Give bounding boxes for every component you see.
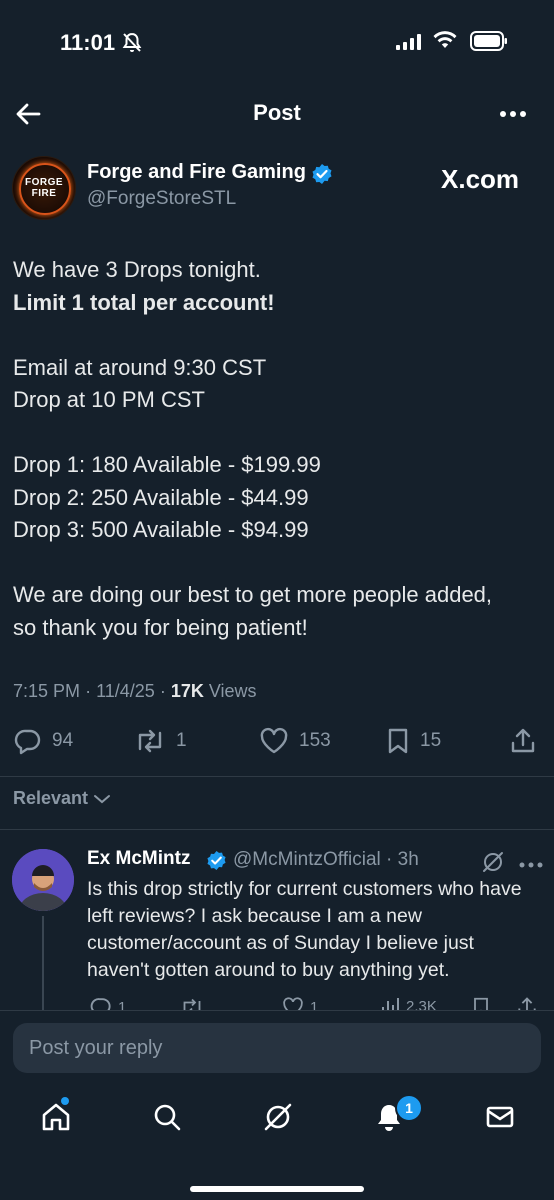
reply-author-name[interactable]: Ex McMintz bbox=[87, 848, 190, 870]
reply-age: 3h bbox=[397, 849, 419, 870]
post-line: Drop at 10 PM CST bbox=[13, 387, 205, 412]
home-icon[interactable] bbox=[40, 1101, 72, 1138]
post-text: We have 3 Drops tonight. Limit 1 total p… bbox=[13, 254, 543, 644]
post-line: Drop 3: 500 Available - $94.99 bbox=[13, 517, 309, 542]
post-line: We are doing our best to get more people… bbox=[13, 582, 493, 607]
avatar-logo-top: FORGE bbox=[24, 177, 64, 188]
wifi-icon bbox=[432, 30, 458, 55]
sort-label: Relevant bbox=[13, 788, 89, 808]
share-button[interactable] bbox=[510, 727, 536, 755]
battery-icon bbox=[470, 31, 508, 56]
post-line: We have 3 Drops tonight. bbox=[13, 257, 261, 282]
avatar-logo-text: FORGE FIRE bbox=[13, 177, 75, 199]
cellular-signal-icon bbox=[396, 34, 422, 55]
views-label: Views bbox=[208, 681, 257, 701]
repost-count: 1 bbox=[176, 730, 187, 751]
post-line: so thank you for being patient! bbox=[13, 614, 308, 640]
thread-line bbox=[42, 916, 44, 1010]
post-line-bold: Limit 1 total per account! bbox=[13, 289, 275, 315]
views-count[interactable]: 17K bbox=[171, 681, 204, 701]
bookmark-icon bbox=[388, 728, 408, 754]
post-time: 7:15 PM bbox=[13, 681, 81, 701]
verified-badge-icon bbox=[311, 163, 333, 190]
reply-avatar[interactable] bbox=[12, 849, 74, 911]
home-new-dot bbox=[61, 1097, 69, 1105]
divider bbox=[0, 776, 554, 777]
affiliate-badge[interactable]: X.com bbox=[441, 164, 519, 195]
author-name[interactable]: Forge and Fire Gaming bbox=[87, 161, 306, 184]
bookmark-button[interactable]: 15 bbox=[386, 727, 441, 755]
repost-button[interactable]: 1 bbox=[134, 727, 187, 755]
post-line: Drop 2: 250 Available - $44.99 bbox=[13, 484, 309, 510]
notifications-badge: 1 bbox=[395, 1094, 423, 1122]
messages-icon[interactable] bbox=[484, 1101, 516, 1138]
reply-count: 94 bbox=[52, 730, 74, 751]
like-button[interactable]: 153 bbox=[259, 727, 331, 755]
reply-composer[interactable] bbox=[13, 1023, 541, 1073]
status-time: 11:01 bbox=[60, 30, 116, 55]
post-line: Drop 1: 180 Available - $199.99 bbox=[13, 452, 321, 477]
verified-badge-icon bbox=[206, 850, 227, 876]
page-title: Post bbox=[253, 100, 301, 125]
post-meta: 7:15 PM · 11/4/25 · 17K Views bbox=[13, 681, 257, 701]
chevron-down-icon bbox=[94, 794, 111, 803]
reply-input[interactable] bbox=[13, 1023, 541, 1073]
post-line: Email at around 9:30 CST bbox=[13, 354, 267, 380]
search-icon[interactable] bbox=[151, 1101, 183, 1138]
heart-icon bbox=[260, 727, 288, 754]
bell-off-icon bbox=[122, 32, 142, 59]
more-options-icon[interactable] bbox=[498, 104, 528, 129]
bookmark-count: 15 bbox=[420, 730, 442, 751]
reply-icon bbox=[14, 729, 41, 755]
home-indicator bbox=[190, 1186, 364, 1192]
grok-icon[interactable] bbox=[481, 850, 505, 879]
share-icon bbox=[511, 728, 535, 753]
reply-more-icon[interactable] bbox=[518, 856, 544, 874]
author-avatar[interactable]: FORGE FIRE bbox=[12, 156, 76, 220]
reply-author-handle[interactable]: @McMintzOfficial bbox=[233, 849, 381, 870]
divider bbox=[0, 829, 554, 830]
reply-button[interactable]: 94 bbox=[14, 727, 73, 755]
like-count: 153 bbox=[299, 730, 331, 751]
reply-text: Is this drop strictly for current custom… bbox=[87, 878, 522, 981]
repost-icon bbox=[138, 729, 162, 753]
sort-dropdown[interactable]: Relevant bbox=[13, 788, 112, 809]
reply-author-meta: @McMintzOfficial · 3h bbox=[233, 849, 419, 870]
author-handle[interactable]: @ForgeStoreSTL bbox=[87, 188, 236, 210]
avatar-logo-bottom: FIRE bbox=[31, 188, 57, 199]
post-date: 11/4/25 bbox=[96, 681, 155, 701]
grok-icon[interactable] bbox=[262, 1101, 294, 1138]
